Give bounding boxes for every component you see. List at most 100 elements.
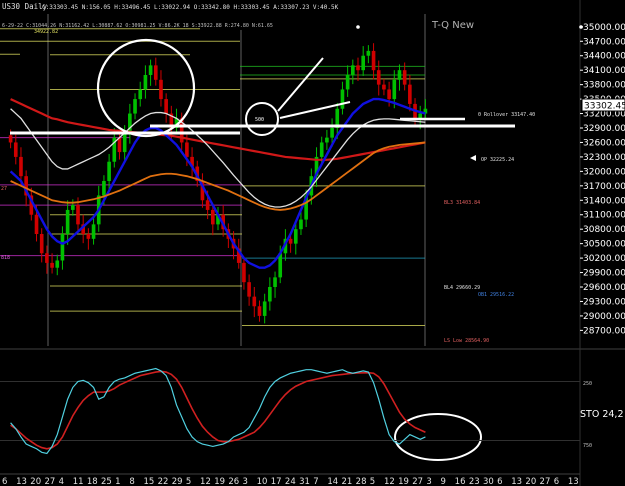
candle-body — [71, 205, 75, 210]
candle-body — [107, 161, 111, 181]
price-tag-top: 34922.82 — [34, 29, 58, 35]
date-tick-label: 21 — [342, 477, 353, 486]
price-tick-label: 33800.00 — [583, 81, 625, 91]
date-tick-label: 5 — [186, 477, 191, 486]
candle-body — [117, 137, 122, 153]
date-tick-label: 22 — [158, 477, 169, 486]
candle-body — [138, 89, 143, 100]
price-tick-label: 31100.00 — [583, 211, 625, 221]
date-tick-label: 20 — [525, 477, 536, 486]
date-tick-label: 6 — [2, 477, 7, 486]
price-tick-label: 30500.00 — [583, 240, 625, 250]
annotation-stroke — [279, 101, 351, 119]
date-tick-label: 12 — [200, 477, 211, 486]
candle-body — [319, 142, 324, 157]
stochastic-panel — [0, 367, 580, 455]
candle-body — [50, 262, 54, 268]
annotation-dot — [356, 25, 360, 29]
date-tick-label: 27 — [44, 477, 55, 486]
date-tick-label: 13 — [511, 477, 522, 486]
moving-average-line — [10, 98, 426, 161]
date-tick-label: 16 — [455, 477, 466, 486]
bl3-label: BL3 31403.84 — [444, 200, 480, 206]
candle-body — [34, 214, 39, 234]
rollover-label: 0 Rollover 33147.40 — [478, 112, 535, 118]
price-tick-label: 32300.00 — [583, 153, 625, 163]
candle-body — [86, 234, 91, 239]
chart-canvas[interactable]: US30 Daily C:33303.45 N:156.05 H:33496.4… — [0, 0, 625, 486]
date-axis[interactable]: 6 13 20 27 4 11 18 25 1 8 15 22 29 5 12 19 26 3 10 17 24 31 7 1… — [0, 473, 580, 486]
candle-body — [148, 65, 153, 75]
stochastic-d-line — [10, 370, 426, 450]
price-tick-label: 29600.00 — [583, 283, 625, 293]
candle-body — [268, 287, 272, 302]
bl4-label: BL4 29660.29 — [444, 285, 480, 291]
date-tick-label: 24 — [285, 477, 296, 486]
date-tick-label: 19 — [398, 477, 409, 486]
candle-body — [143, 75, 148, 90]
price-axis[interactable]: 35000.00 34700.00 34400.00 34100.00 33800.00… — [580, 23, 625, 337]
date-tick-label: 4 — [59, 477, 64, 486]
candle-body — [418, 113, 423, 119]
candle-body — [91, 224, 96, 239]
date-tick-label: 19 — [214, 477, 225, 486]
annotation-arrow — [470, 155, 476, 161]
candle-body — [371, 50, 376, 71]
ob1-label: OB1 29516.22 — [478, 292, 514, 298]
ls-low-label: LS Low 28564.90 — [444, 338, 489, 344]
left-level-label-2: 818 — [1, 255, 10, 261]
candle-body — [356, 65, 360, 71]
candle-body — [242, 262, 246, 283]
candle-body — [330, 128, 334, 138]
date-tick-label: 14 — [327, 477, 338, 486]
date-tick-label: 5 — [370, 477, 375, 486]
candle-body — [382, 84, 386, 90]
trading-chart[interactable]: US30 Daily C:33303.45 N:156.05 H:33496.4… — [0, 0, 625, 486]
candle-body — [351, 65, 355, 75]
price-tick-label: 29300.00 — [583, 297, 625, 307]
date-tick-label: 29 — [172, 477, 183, 486]
date-tick-label: 28 — [356, 477, 367, 486]
date-tick-label: 26 — [228, 477, 239, 486]
date-tick-label: 12 — [384, 477, 395, 486]
candle-body — [402, 70, 407, 85]
candle-body — [408, 84, 412, 104]
date-tick-label: 6 — [497, 477, 502, 486]
date-tick-label: 1 — [115, 477, 120, 486]
price-tick-label: 35000.00 — [583, 23, 625, 33]
candle-body — [293, 229, 298, 244]
date-tick-label: 13 — [568, 477, 579, 486]
left-level-label-1: 27 — [1, 186, 7, 192]
candle-body — [122, 132, 127, 153]
date-tick-label: 6 — [554, 477, 559, 486]
date-tick-label: 3 — [242, 477, 247, 486]
price-tick-label: 34400.00 — [583, 52, 625, 62]
date-tick-label: 27 — [412, 477, 423, 486]
current-price-label: 33302.45 — [584, 102, 625, 112]
candle-body — [366, 50, 371, 56]
candle-body — [397, 70, 402, 80]
candle-body — [60, 234, 65, 261]
candle-body — [205, 200, 210, 210]
candle-body — [153, 65, 158, 80]
chart-watermark: T-Q New — [431, 20, 474, 31]
date-tick-label: 30 — [483, 477, 494, 486]
price-tick-label: 31700.00 — [583, 182, 625, 192]
price-tick-label: 32900.00 — [583, 124, 625, 134]
price-tick-label: 34700.00 — [583, 37, 625, 47]
date-tick-label: 7 — [313, 477, 318, 486]
price-tick-label: 31400.00 — [583, 196, 625, 206]
date-tick-label: 17 — [271, 477, 282, 486]
candle-body — [19, 156, 23, 177]
candle-body — [345, 75, 350, 90]
date-tick-label: 11 — [73, 477, 84, 486]
candle-body — [247, 282, 251, 297]
candle-body — [65, 209, 70, 234]
candle-body — [76, 205, 80, 225]
candle-body — [262, 301, 267, 316]
date-tick-label: 23 — [469, 477, 480, 486]
candle-body — [288, 238, 293, 244]
date-tick-label: 31 — [299, 477, 310, 486]
chart-symbol: US30 Daily — [2, 2, 48, 11]
candle-body — [185, 142, 189, 157]
